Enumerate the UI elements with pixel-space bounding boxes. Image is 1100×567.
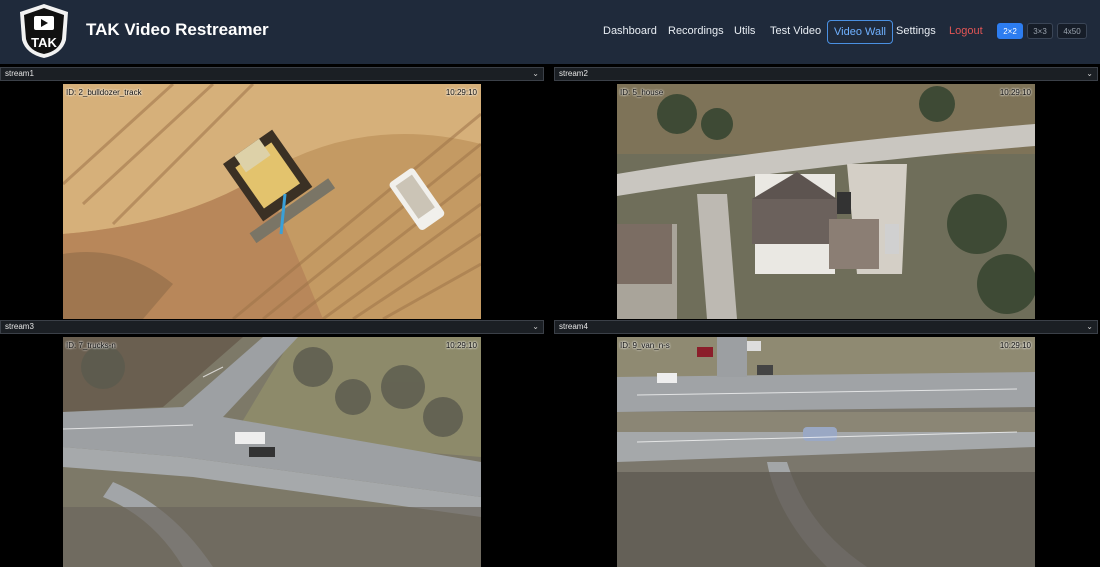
video-frame-trucks — [63, 337, 481, 567]
overlay-time: 10:29:10 — [445, 341, 477, 350]
overlay-id: ID: 9_van_n-s — [620, 341, 670, 350]
video-player-3[interactable]: ID: 7_trucks-n 10:29:10 — [63, 337, 481, 567]
layout-3x3-button[interactable]: 3×3 — [1027, 23, 1053, 39]
chevron-down-icon: ⌄ — [532, 69, 539, 78]
stream-select-value: stream3 — [5, 322, 34, 331]
video-frame-house — [617, 84, 1035, 319]
overlay-time: 10:29:10 — [445, 88, 477, 97]
nav-dashboard[interactable]: Dashboard — [603, 25, 657, 37]
nav-logout[interactable]: Logout — [949, 25, 983, 37]
stream-select-3[interactable]: stream3 ⌄ — [0, 320, 544, 334]
chevron-down-icon: ⌄ — [532, 322, 539, 331]
nav-test-video[interactable]: Test Video — [770, 25, 821, 37]
tak-logo[interactable]: TAK — [16, 2, 72, 60]
stream-select-2[interactable]: stream2 ⌄ — [554, 67, 1098, 81]
layout-4x50-button[interactable]: 4x50 — [1057, 23, 1087, 39]
top-navbar: TAK TAK Video Restreamer Dashboard Recor… — [0, 0, 1100, 64]
nav-video-wall[interactable]: Video Wall — [827, 20, 893, 44]
stream-select-4[interactable]: stream4 ⌄ — [554, 320, 1098, 334]
layout-2x2-button[interactable]: 2×2 — [997, 23, 1023, 39]
stream-select-value: stream2 — [559, 69, 588, 78]
app-title: TAK Video Restreamer — [86, 20, 269, 39]
nav-utils[interactable]: Utils — [734, 25, 755, 37]
overlay-time: 10:29:10 — [999, 88, 1031, 97]
stream-select-1[interactable]: stream1 ⌄ — [0, 67, 544, 81]
nav-recordings[interactable]: Recordings — [668, 25, 724, 37]
overlay-time: 10:29:10 — [999, 341, 1031, 350]
video-frame-bulldozer — [63, 84, 481, 319]
chevron-down-icon: ⌄ — [1086, 69, 1093, 78]
stream-select-value: stream1 — [5, 69, 34, 78]
overlay-id: ID: 7_trucks-n — [66, 341, 116, 350]
video-frame-van — [617, 337, 1035, 567]
chevron-down-icon: ⌄ — [1086, 322, 1093, 331]
nav-settings[interactable]: Settings — [896, 25, 936, 37]
stream-select-value: stream4 — [559, 322, 588, 331]
overlay-id: ID: 2_bulldozer_track — [66, 88, 142, 97]
video-player-2[interactable]: ID: 5_house 10:29:10 — [617, 84, 1035, 319]
logo-text: TAK — [31, 35, 57, 50]
video-player-1[interactable]: ID: 2_bulldozer_track 10:29:10 — [63, 84, 481, 319]
overlay-id: ID: 5_house — [620, 88, 664, 97]
video-player-4[interactable]: ID: 9_van_n-s 10:29:10 — [617, 337, 1035, 567]
